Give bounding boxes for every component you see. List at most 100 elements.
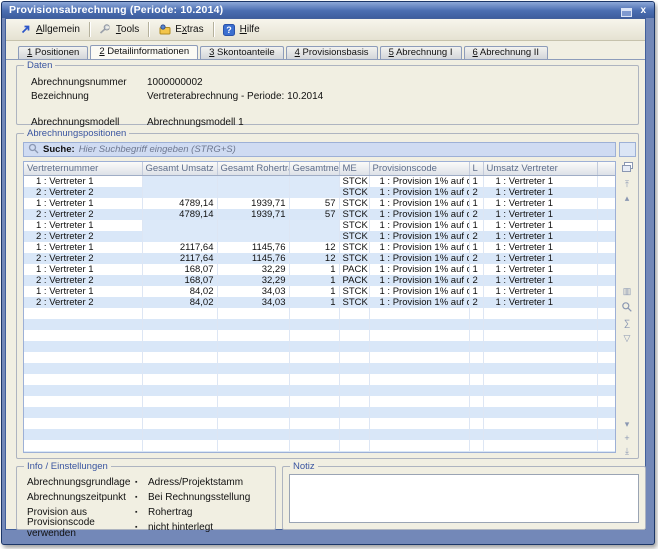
table-cell[interactable]: 1 : Provision 1% auf den vo	[369, 242, 469, 253]
scroll-up-icon[interactable]: ▴	[619, 192, 635, 205]
table-row[interactable]: 2 : Vertreter 24789,141939,7157STCK1 : P…	[24, 209, 616, 220]
notiz-textarea[interactable]	[289, 474, 639, 523]
table-cell[interactable]	[597, 220, 616, 231]
table-cell[interactable]: 1	[289, 297, 339, 308]
tab-abrechnung-1[interactable]: 5 Abrechnung I	[380, 46, 462, 59]
table-cell[interactable]: STCK	[339, 286, 369, 297]
table-cell[interactable]: 2	[469, 275, 483, 286]
table-row[interactable]: 1 : Vertreter 1STCK1 : Provision 1% auf …	[24, 220, 616, 231]
table-cell[interactable]	[597, 275, 616, 286]
table-cell[interactable]	[597, 264, 616, 275]
sum-icon[interactable]: ∑	[619, 317, 635, 330]
search-options-button[interactable]	[619, 142, 636, 157]
table-cell[interactable]: 1	[469, 175, 483, 187]
menu-extras[interactable]: Extras	[151, 22, 210, 38]
column-header[interactable]: Gesamt Umsatz EUR	[142, 162, 217, 175]
table-cell[interactable]: 2 : Vertreter 2	[24, 275, 142, 286]
table-cell[interactable]: 1	[469, 242, 483, 253]
table-cell[interactable]: 168,07	[142, 264, 217, 275]
table-cell[interactable]	[597, 187, 616, 198]
column-header[interactable]: Vertreternummer	[24, 162, 142, 175]
table-cell[interactable]: 1 : Vertreter 1	[24, 220, 142, 231]
scroll-down-icon[interactable]: ▾	[619, 418, 635, 431]
table-cell[interactable]: 1145,76	[217, 242, 289, 253]
table-cell[interactable]	[142, 231, 217, 242]
table-cell[interactable]: 1 : Provision 1% auf den vo	[369, 264, 469, 275]
table-cell[interactable]: 32,29	[217, 264, 289, 275]
table-row[interactable]: 1 : Vertreter 1STCK1 : Provision 1% auf …	[24, 175, 616, 187]
table-cell[interactable]	[217, 187, 289, 198]
table-cell[interactable]	[597, 198, 616, 209]
table-cell[interactable]	[289, 220, 339, 231]
table-cell[interactable]	[289, 175, 339, 187]
table-cell[interactable]: 1 : Provision 1% auf den vo	[369, 198, 469, 209]
column-header[interactable]: ME	[339, 162, 369, 175]
table-cell[interactable]: 1 : Vertreter 1	[483, 220, 597, 231]
table-cell[interactable]: 1 : Vertreter 1	[483, 253, 597, 264]
table-cell[interactable]: 34,03	[217, 297, 289, 308]
table-row[interactable]: 1 : Vertreter 12117,641145,7612STCK1 : P…	[24, 242, 616, 253]
column-header[interactable]: Gesamtmenge	[289, 162, 339, 175]
table-cell[interactable]: 1 : Vertreter 1	[483, 242, 597, 253]
search-bar[interactable]: Suche: Hier Suchbegriff eingeben (STRG+S…	[23, 142, 616, 157]
table-cell[interactable]	[289, 187, 339, 198]
table-cell[interactable]: 84,02	[142, 286, 217, 297]
table-cell[interactable]: 168,07	[142, 275, 217, 286]
table-cell[interactable]: 2	[469, 297, 483, 308]
table-cell[interactable]: 1 : Vertreter 1	[24, 242, 142, 253]
table-cell[interactable]: 1 : Vertreter 1	[483, 286, 597, 297]
table-cell[interactable]	[597, 231, 616, 242]
table-cell[interactable]: 2	[469, 253, 483, 264]
search-icon[interactable]	[619, 301, 635, 314]
table-row[interactable]: 2 : Vertreter 2STCK1 : Provision 1% auf …	[24, 231, 616, 242]
table-cell[interactable]: 2117,64	[142, 242, 217, 253]
table-cell[interactable]: 57	[289, 198, 339, 209]
table-cell[interactable]: 1 : Vertreter 1	[483, 231, 597, 242]
table-cell[interactable]	[217, 231, 289, 242]
table-cell[interactable]: 4789,14	[142, 198, 217, 209]
table-cell[interactable]: 1	[289, 286, 339, 297]
scroll-top-icon[interactable]: ⤒	[619, 178, 635, 191]
close-button[interactable]: x	[638, 5, 648, 16]
column-header[interactable]: Provisionscode	[369, 162, 469, 175]
table-cell[interactable]: 1 : Provision 1% auf den vo	[369, 187, 469, 198]
tab-abrechnung-2[interactable]: 6 Abrechnung II	[464, 46, 549, 59]
table-cell[interactable]: 34,03	[217, 286, 289, 297]
table-cell[interactable]: 1939,71	[217, 209, 289, 220]
table-cell[interactable]: 1 : Provision 1% auf den vo	[369, 175, 469, 187]
tab-positionen[interactable]: 1 Positionen	[18, 46, 88, 59]
table-cell[interactable]: 1 : Provision 1% auf den vo	[369, 209, 469, 220]
table-cell[interactable]: STCK	[339, 220, 369, 231]
grid-menu-icon[interactable]	[619, 161, 635, 174]
search-input[interactable]: Hier Suchbegriff eingeben (STRG+S)	[79, 144, 236, 155]
table-cell[interactable]	[142, 220, 217, 231]
table-cell[interactable]: 1939,71	[217, 198, 289, 209]
table-cell[interactable]: 1	[469, 198, 483, 209]
table-cell[interactable]	[217, 175, 289, 187]
table-cell[interactable]: STCK	[339, 231, 369, 242]
table-cell[interactable]: 1 : Vertreter 1	[24, 264, 142, 275]
table-cell[interactable]	[142, 175, 217, 187]
table-cell[interactable]	[597, 209, 616, 220]
table-cell[interactable]: 1 : Vertreter 1	[483, 198, 597, 209]
table-cell[interactable]: STCK	[339, 198, 369, 209]
restore-icon[interactable]	[620, 5, 633, 16]
table-cell[interactable]	[597, 175, 616, 187]
table-cell[interactable]: STCK	[339, 242, 369, 253]
table-cell[interactable]	[289, 231, 339, 242]
table-cell[interactable]: 1 : Vertreter 1	[483, 275, 597, 286]
table-cell[interactable]: 12	[289, 242, 339, 253]
column-header[interactable]: L	[469, 162, 483, 175]
table-cell[interactable]: 1 : Vertreter 1	[483, 175, 597, 187]
table-row[interactable]: 2 : Vertreter 284,0234,031STCK1 : Provis…	[24, 297, 616, 308]
table-cell[interactable]: 2	[469, 209, 483, 220]
menu-tools[interactable]: Tools	[92, 22, 146, 38]
tab-provisionsbasis[interactable]: 4 Provisionsbasis	[286, 46, 378, 59]
table-cell[interactable]: 2 : Vertreter 2	[24, 297, 142, 308]
table-row[interactable]: 2 : Vertreter 22117,641145,7612STCK1 : P…	[24, 253, 616, 264]
table-cell[interactable]: 1	[289, 275, 339, 286]
table-cell[interactable]: 2117,64	[142, 253, 217, 264]
table-cell[interactable]: 2 : Vertreter 2	[24, 187, 142, 198]
table-cell[interactable]: 1 : Provision 1% auf den vo	[369, 275, 469, 286]
table-cell[interactable]: 4789,14	[142, 209, 217, 220]
